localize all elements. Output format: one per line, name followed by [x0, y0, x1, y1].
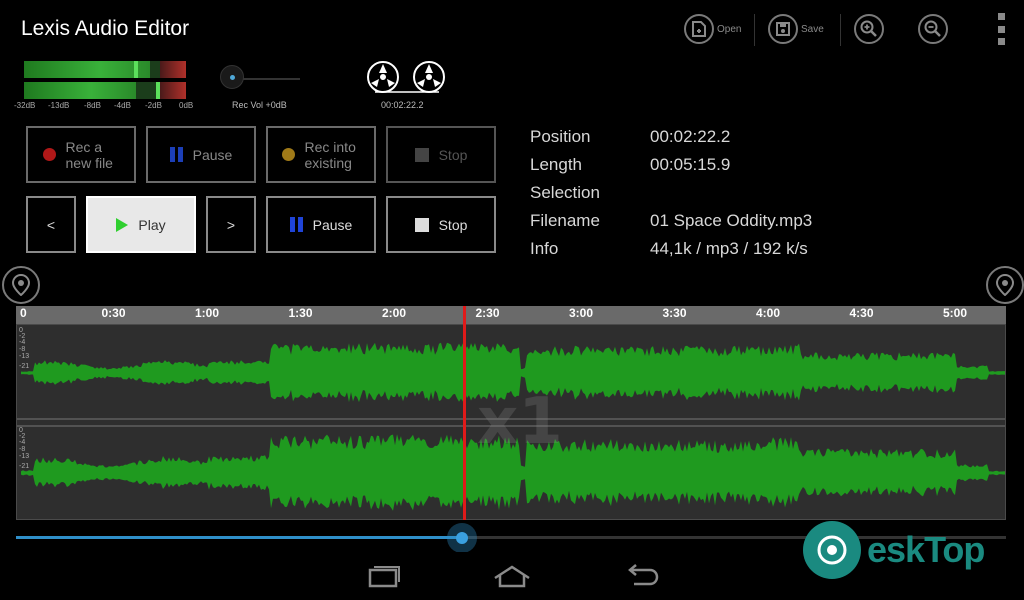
- play-icon: [116, 217, 129, 232]
- info-label: Info: [530, 239, 559, 258]
- vu-scale-label: -8dB: [84, 101, 101, 110]
- desktop-watermark-logo: eskTop: [803, 518, 1008, 582]
- timeline-tick-label: 0:30: [101, 306, 126, 320]
- playback-pause-button[interactable]: Pause: [266, 196, 376, 253]
- open-label: Open: [717, 23, 742, 35]
- pause-icon: [169, 147, 183, 162]
- zoom-indicator: x1: [477, 385, 563, 459]
- open-button[interactable]: Open: [684, 10, 741, 48]
- location-pin-icon: [12, 274, 30, 296]
- play-label: Play: [138, 216, 166, 233]
- selection-label: Selection: [530, 183, 600, 202]
- right-marker-button[interactable]: [986, 266, 1024, 304]
- zoom-out-button[interactable]: [918, 10, 948, 48]
- rec-stop-label: Stop: [438, 146, 468, 163]
- db-scale-label: -8: [19, 446, 26, 453]
- length-value: 00:05:15.9: [650, 155, 731, 174]
- position-value: 00:02:22.2: [650, 127, 731, 146]
- timeline-tick-label: 3:00: [568, 306, 594, 320]
- timeline-tick-label: 1:00: [194, 306, 220, 320]
- rec-new-file-button[interactable]: Rec a new file: [26, 126, 136, 183]
- play-button[interactable]: Play: [86, 196, 196, 253]
- playback-pause-label: Pause: [312, 216, 353, 233]
- tape-reels-icon: [365, 61, 449, 97]
- watermark-badge-icon: [803, 521, 861, 579]
- seek-thumb[interactable]: [446, 523, 477, 553]
- vu-scale-label: -13dB: [48, 101, 70, 110]
- rec-pause-button[interactable]: Pause: [146, 126, 256, 183]
- filename-label: Filename: [530, 211, 600, 230]
- back-icon[interactable]: [620, 560, 664, 592]
- vu-meter-right: [24, 82, 186, 99]
- rec-stop-button[interactable]: Stop: [386, 126, 496, 183]
- vu-scale-label: -2dB: [145, 101, 162, 110]
- length-label: Length: [530, 155, 582, 174]
- waveform-view[interactable]: x1 0 -2 -4 -8 -13 -21 0 -2 -4 -8 -13 -21: [16, 324, 1006, 520]
- toolbar-divider: [840, 14, 841, 46]
- db-scale-label: -8: [19, 346, 26, 353]
- timeline-ruler[interactable]: 0 0:30 1:00 1:30 2:00 2:30 3:00 3:30 4:00 4:30 5:0…: [16, 306, 1006, 324]
- rec-into-existing-label: Rec into existing: [304, 138, 356, 171]
- playback-stop-label: Stop: [438, 216, 468, 233]
- rec-pause-label: Pause: [192, 146, 233, 163]
- db-scale-label: -13: [19, 453, 30, 460]
- reel-time: 00:02:22.2: [381, 100, 424, 110]
- playhead[interactable]: [463, 306, 467, 520]
- left-marker-button[interactable]: [2, 266, 40, 304]
- next-button[interactable]: >: [206, 196, 256, 253]
- info-value: 44,1k / mp3 / 192 k/s: [650, 239, 808, 258]
- stop-icon: [414, 147, 429, 162]
- zoom-out-icon: [918, 14, 948, 44]
- watermark-text: eskTop: [867, 529, 985, 570]
- timeline-tick-label: 1:30: [288, 306, 313, 320]
- overflow-menu-icon[interactable]: [996, 13, 1006, 45]
- playback-stop-button[interactable]: Stop: [386, 196, 496, 253]
- db-scale-label: -21: [19, 463, 30, 470]
- record-dot-icon: [42, 148, 56, 161]
- toolbar-divider: [754, 14, 755, 46]
- db-scale-label: -4: [19, 439, 26, 446]
- rec-vol-label: Rec Vol +0dB: [232, 100, 287, 110]
- previous-button[interactable]: <: [26, 196, 76, 253]
- vu-scale-label: -32dB: [14, 101, 36, 110]
- vu-scale: -32dB -13dB -8dB -4dB -2dB 0dB: [14, 101, 200, 113]
- timeline-tick-label: 5:00: [942, 306, 968, 320]
- db-scale-label: -13: [19, 353, 30, 360]
- save-button[interactable]: Save: [768, 10, 824, 48]
- save-label: Save: [801, 23, 824, 35]
- vu-meter-left: [24, 61, 186, 78]
- zoom-in-button[interactable]: [854, 10, 884, 48]
- app-title: Lexis Audio Editor: [21, 17, 190, 40]
- timeline-tick-label: 4:30: [849, 306, 874, 320]
- next-label: >: [226, 216, 236, 233]
- timeline-tick-label: 4:00: [755, 306, 781, 320]
- seek-fill: [16, 536, 462, 539]
- zoom-in-icon: [854, 14, 884, 44]
- timeline-tick-label: 2:00: [381, 306, 407, 320]
- previous-label: <: [46, 216, 56, 233]
- timeline-tick-label: 2:30: [475, 306, 500, 320]
- timeline-tick-label: 3:30: [662, 306, 687, 320]
- filename-value: 01 Space Oddity.mp3: [650, 211, 813, 230]
- open-file-icon: [684, 14, 714, 44]
- timeline-tick-label: 0: [20, 306, 27, 320]
- action-bar: Open Save: [684, 10, 1024, 50]
- db-scale-label: -21: [19, 363, 30, 370]
- rec-into-existing-button[interactable]: Rec into existing: [266, 126, 376, 183]
- pause-icon: [289, 217, 303, 232]
- location-pin-icon: [996, 274, 1014, 296]
- vu-scale-label: 0dB: [179, 101, 194, 110]
- record-dot-icon: [281, 148, 295, 161]
- save-disk-icon: [768, 14, 798, 44]
- db-scale-label: -4: [19, 339, 26, 346]
- position-label: Position: [530, 127, 591, 146]
- stop-icon: [414, 217, 429, 232]
- rec-new-file-label: Rec a new file: [65, 138, 113, 171]
- vu-scale-label: -4dB: [114, 101, 131, 110]
- recent-apps-icon[interactable]: [362, 560, 406, 592]
- rec-vol-knob[interactable]: [220, 65, 244, 89]
- home-icon[interactable]: [490, 560, 534, 592]
